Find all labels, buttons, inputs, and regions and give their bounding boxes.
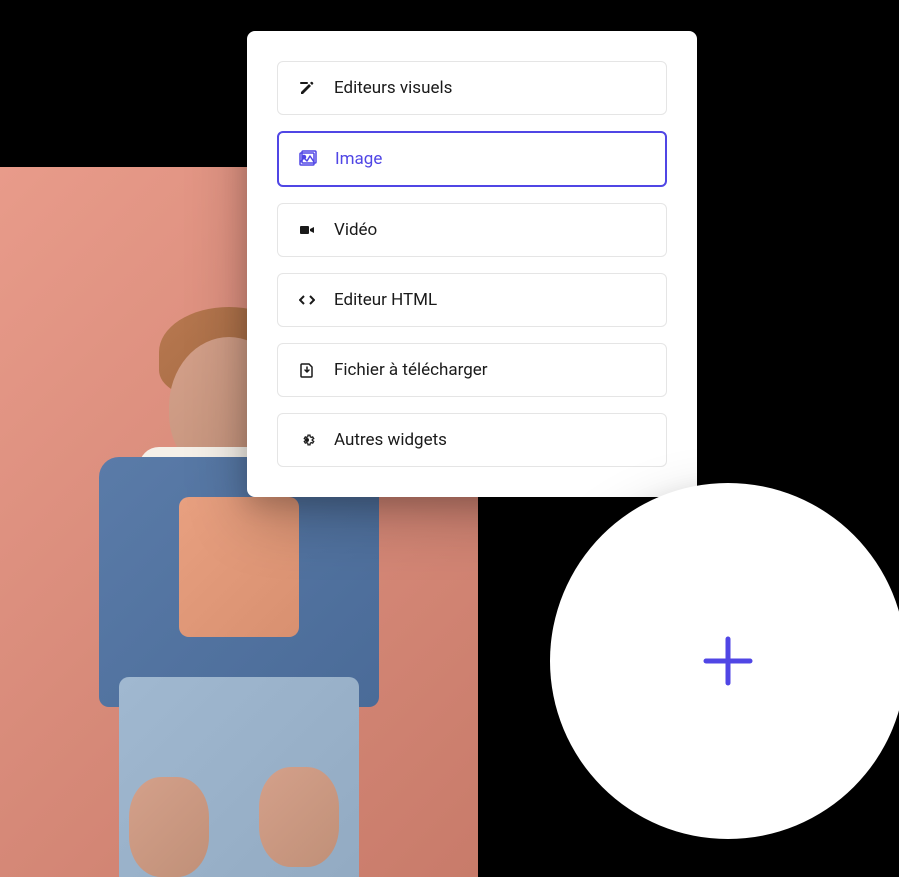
widget-menu-panel: Editeurs visuels Image Vidéo Edi bbox=[247, 31, 697, 497]
menu-item-label: Vidéo bbox=[334, 220, 377, 240]
menu-item-label: Autres widgets bbox=[334, 430, 447, 450]
plus-icon bbox=[698, 631, 758, 691]
menu-item-visual-editors[interactable]: Editeurs visuels bbox=[277, 61, 667, 115]
menu-item-image[interactable]: Image bbox=[277, 131, 667, 187]
menu-item-label: Editeur HTML bbox=[334, 290, 437, 310]
menu-item-file-download[interactable]: Fichier à télécharger bbox=[277, 343, 667, 397]
add-button[interactable] bbox=[550, 483, 899, 839]
menu-item-html-editor[interactable]: Editeur HTML bbox=[277, 273, 667, 327]
gear-icon bbox=[298, 431, 316, 449]
menu-item-label: Fichier à télécharger bbox=[334, 360, 488, 380]
video-icon bbox=[298, 221, 316, 239]
image-icon bbox=[299, 150, 317, 168]
code-icon bbox=[298, 291, 316, 309]
edit-icon bbox=[298, 79, 316, 97]
menu-item-video[interactable]: Vidéo bbox=[277, 203, 667, 257]
menu-item-label: Image bbox=[335, 149, 382, 169]
download-icon bbox=[298, 361, 316, 379]
menu-item-other-widgets[interactable]: Autres widgets bbox=[277, 413, 667, 467]
menu-item-label: Editeurs visuels bbox=[334, 78, 452, 98]
